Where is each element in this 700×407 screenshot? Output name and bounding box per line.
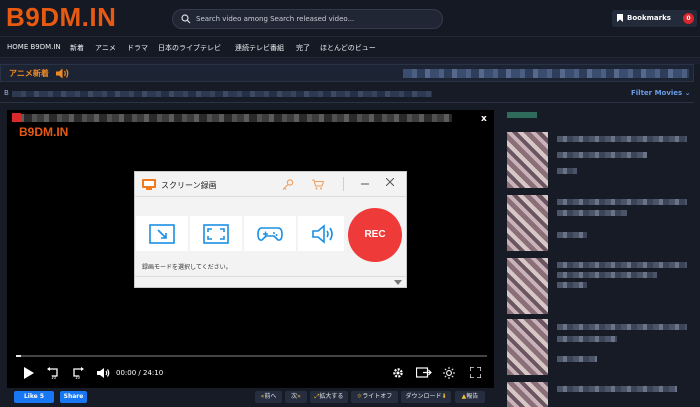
filter-movies-link[interactable]: Filter Movies ⌄ [631, 89, 691, 97]
dialog-title: スクリーン録画 [161, 181, 217, 190]
progress-bar[interactable] [16, 355, 487, 357]
related-thumbnail[interactable] [507, 258, 548, 314]
minimize-icon[interactable] [361, 181, 369, 187]
related-thumbnail[interactable] [507, 319, 548, 375]
key-icon[interactable] [282, 179, 294, 190]
dialog-footer-divider [135, 276, 406, 277]
dialog-message: 録画モードを選択してください。 [142, 264, 232, 271]
search-input[interactable] [196, 11, 436, 27]
prev-button[interactable]: «前へ [255, 391, 282, 403]
facebook-like-button[interactable]: Like 5 [14, 391, 54, 403]
nav-item-anime[interactable]: アニメ [95, 43, 116, 53]
related-title[interactable] [557, 210, 627, 216]
mode-game-button[interactable] [244, 216, 296, 251]
breadcrumb-row: B Filter Movies ⌄ [0, 85, 694, 103]
volume-icon[interactable] [97, 367, 110, 379]
close-icon[interactable] [386, 178, 394, 186]
video-title-blurred [12, 114, 452, 122]
forward-10-icon[interactable]: 10 [71, 367, 84, 379]
related-title[interactable] [557, 199, 687, 205]
related-meta [557, 282, 587, 288]
time-separator: / [138, 369, 141, 377]
report-button[interactable]: ▲報告 [455, 391, 485, 403]
search-box[interactable] [172, 9, 443, 29]
nav-item-new[interactable]: 新着 [70, 43, 84, 53]
next-button[interactable]: 次» [285, 391, 307, 403]
speaker-icon [56, 68, 69, 79]
bookmarks-count-badge: 0 [683, 13, 694, 24]
time-total: 24:10 [143, 369, 164, 377]
title-divider [343, 177, 344, 191]
breadcrumb-blurred [12, 91, 432, 97]
cart-icon[interactable] [312, 179, 324, 190]
expand-caret-icon[interactable] [394, 280, 402, 285]
screen-recorder-dialog: スクリーン録画 REC 録画モードを選択してください。 [134, 171, 407, 288]
play-icon[interactable] [24, 367, 34, 379]
rewind-10-icon[interactable]: 10 [47, 367, 60, 379]
rec-button[interactable]: REC [348, 208, 402, 262]
brightness-icon[interactable] [443, 367, 455, 379]
section-title[interactable]: アニメ新着 [9, 68, 49, 79]
svg-text:10: 10 [51, 375, 57, 379]
nav-item-home[interactable]: HOME B9DM.IN [7, 43, 61, 51]
site-logo[interactable]: B9DM.IN [6, 2, 116, 33]
related-header-blurred [507, 112, 537, 118]
related-thumbnail[interactable] [507, 382, 548, 407]
recorder-app-icon [142, 179, 156, 190]
search-icon [181, 14, 191, 24]
download-button[interactable]: ダウンロード⬇ [401, 391, 451, 403]
mode-audio-button[interactable] [298, 216, 344, 251]
related-title[interactable] [557, 152, 647, 158]
nav-item-complete[interactable]: 完了 [296, 43, 310, 53]
related-meta [557, 232, 587, 238]
facebook-share-button[interactable]: Share [60, 391, 87, 403]
related-thumbnail[interactable] [507, 132, 548, 188]
fullscreen-capture-icon [203, 224, 229, 244]
mode-fullscreen-button[interactable] [190, 216, 242, 251]
nav-item-series[interactable]: 連続テレビ番組 [235, 43, 284, 53]
related-title[interactable] [557, 336, 617, 342]
fullscreen-icon[interactable] [470, 367, 481, 378]
cast-icon[interactable] [416, 367, 432, 379]
dialog-divider [135, 196, 406, 197]
settings-gear-icon[interactable] [392, 367, 404, 379]
breadcrumb-label: B [4, 89, 9, 97]
related-title[interactable] [557, 324, 687, 330]
svg-text:10: 10 [75, 375, 81, 379]
gamepad-icon [257, 227, 283, 241]
player-action-bar: Like 5 Share «前へ 次» ⤢拡大する ☼ライトオフ ダウンロード⬇… [0, 388, 495, 407]
region-select-icon [149, 224, 175, 244]
bookmark-icon [617, 14, 623, 22]
mode-region-button[interactable] [136, 216, 188, 251]
related-title[interactable] [557, 136, 687, 142]
nav-item-most-viewed[interactable]: ほとんどのビュー [320, 43, 376, 53]
light-off-button[interactable]: ☼ライトオフ [351, 391, 398, 403]
zoom-button[interactable]: ⤢拡大する [310, 391, 348, 403]
related-title[interactable] [557, 272, 657, 278]
time-display: 00:00 / 24:10 [116, 369, 163, 377]
section-header: アニメ新着 [0, 64, 694, 82]
related-title[interactable] [557, 262, 687, 268]
audio-icon [312, 224, 333, 244]
player-watermark: B9DM.IN [19, 125, 69, 139]
video-favicon [12, 113, 21, 122]
related-meta [557, 356, 597, 362]
nav-item-drama[interactable]: ドラマ [127, 43, 148, 53]
progress-fill [16, 355, 21, 357]
time-current: 00:00 [116, 369, 137, 377]
ticker-blurred [403, 69, 689, 78]
bookmarks-label: Bookmarks [627, 14, 671, 22]
related-videos-list [500, 110, 700, 407]
related-meta [557, 168, 577, 174]
related-thumbnail[interactable] [507, 195, 548, 251]
related-title[interactable] [557, 386, 677, 392]
player-close-button[interactable]: x [481, 114, 487, 124]
main-nav: HOME B9DM.IN 新着 アニメ ドラマ 日本のライブテレビ 連続テレビ番… [0, 36, 700, 58]
bookmarks-button[interactable]: Bookmarks 0 [612, 10, 697, 27]
nav-item-live-tv[interactable]: 日本のライブテレビ [158, 43, 221, 53]
